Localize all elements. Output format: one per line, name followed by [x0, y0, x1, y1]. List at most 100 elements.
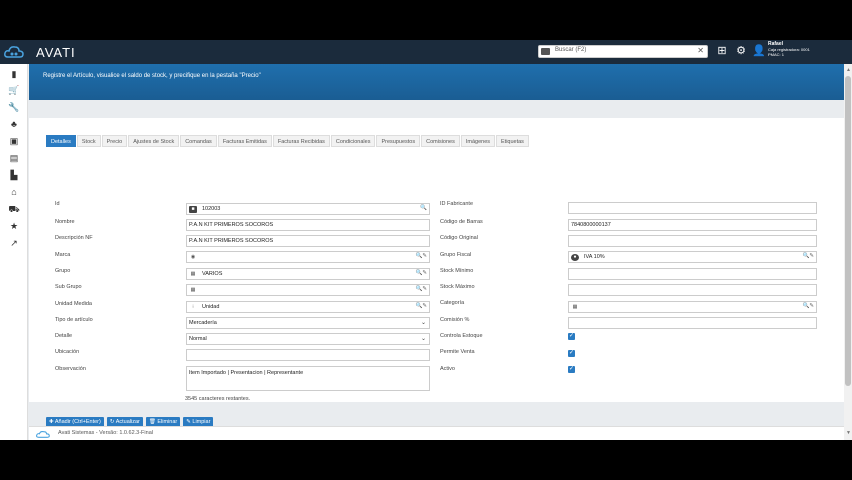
grid-icon: ▦	[190, 271, 196, 277]
truck-icon[interactable]: ⛟	[8, 203, 20, 215]
stockmin-field[interactable]	[568, 268, 817, 280]
user-info[interactable]: Rafael Caja registradora: 0001 PMAC: 1	[768, 42, 810, 58]
group-icon[interactable]: ♣	[8, 118, 20, 130]
gear-icon[interactable]: ⚙	[735, 45, 747, 57]
tab-stock[interactable]: Stock	[76, 135, 101, 147]
user-icon[interactable]: 👤	[752, 45, 766, 57]
grupo-field[interactable]: ▦ VARIOS 🔍✎	[186, 268, 430, 280]
permite-checkbox[interactable]: ✓	[568, 350, 575, 357]
search-edit-icon[interactable]: 🔍✎	[416, 303, 427, 309]
controla-label: Controla Estoque	[440, 333, 483, 339]
stockmax-field[interactable]	[568, 284, 817, 296]
avati-logo-icon	[4, 46, 24, 58]
tab-presupuestos[interactable]: Presupuestos	[376, 135, 421, 147]
brand-name: AVATI	[36, 45, 76, 60]
detalle-label: Detalle	[55, 333, 73, 339]
nombre-value: P.A.N KIT PRIMEROS SOCOROS	[189, 222, 274, 228]
search-edit-icon[interactable]: 🔍✎	[803, 253, 814, 259]
tipo-select[interactable]: Mercadería ⌄	[186, 317, 430, 329]
fabricante-field[interactable]	[568, 202, 817, 214]
permite-label: Permite Venta	[440, 349, 475, 355]
id-label: Id	[55, 201, 60, 207]
fiscal-field[interactable]: ● IVA 10% 🔍✎	[568, 251, 817, 263]
footer: Avati Sistemas - Versão: 1.0.62.3-Final	[29, 426, 844, 440]
search-placeholder: Buscar (F2)	[555, 47, 587, 53]
search-edit-icon[interactable]: 🔍✎	[416, 253, 427, 259]
id-field[interactable]: ■ 102003 🔍	[186, 203, 430, 215]
ubicacion-field[interactable]	[186, 349, 430, 361]
eraser-icon: ✎	[186, 419, 191, 425]
categoria-field[interactable]: ▦ 🔍✎	[568, 301, 817, 313]
unidad-label: Unidad Medida	[55, 301, 92, 307]
star-icon[interactable]: ★	[8, 220, 20, 232]
scroll-down-icon[interactable]: ▼	[846, 430, 851, 436]
factory-icon[interactable]: ▙	[8, 169, 20, 181]
tab-detalles[interactable]: Detalles	[46, 135, 76, 147]
fiscal-label: Grupo Fiscal	[440, 252, 472, 258]
descripcion-label: Descripción NF	[55, 235, 93, 241]
subgrupo-field[interactable]: ▦ 🔍✎	[186, 284, 430, 296]
unidad-field[interactable]: ⁝ Unidad 🔍✎	[186, 301, 430, 313]
search-icon[interactable]: 🔍	[420, 205, 427, 211]
wrench-icon[interactable]: 🔧	[8, 101, 20, 113]
fabricante-label: ID Fabricante	[440, 201, 474, 207]
id-badge-icon: ■	[189, 206, 197, 213]
article-form-card: Detalles Stock Precio Ajustes de Stock C…	[29, 118, 844, 428]
tab-etiquetas[interactable]: Etiquetas	[496, 135, 529, 147]
delete-button-label: Eliminar	[157, 419, 178, 425]
search-input[interactable]: Buscar (F2) ✕	[538, 45, 708, 58]
tipo-value: Mercadería	[189, 320, 217, 326]
close-icon[interactable]: ✕	[697, 46, 704, 55]
nombre-field[interactable]: P.A.N KIT PRIMEROS SOCOROS	[186, 219, 430, 231]
scroll-thumb[interactable]	[845, 76, 851, 386]
search-scope-icon[interactable]	[541, 48, 550, 55]
original-field[interactable]	[568, 235, 817, 247]
footer-version: Avati Sistemas - Versão: 1.0.62.3-Final	[58, 430, 153, 436]
ubicacion-label: Ubicación	[55, 349, 80, 355]
book-icon[interactable]: ▮	[8, 68, 20, 80]
stockmax-label: Stock Máximo	[440, 284, 475, 290]
chevron-down-icon[interactable]: ⌄	[421, 335, 426, 342]
tab-ajustes-stock[interactable]: Ajustes de Stock	[128, 135, 180, 147]
search-edit-icon[interactable]: 🔍✎	[416, 286, 427, 292]
tab-facturas-emitidas[interactable]: Facturas Emitidas	[217, 135, 272, 147]
add-box-icon[interactable]: ⊞	[716, 45, 728, 57]
observacion-textarea[interactable]: Item Importado | Presentacion | Represen…	[186, 366, 430, 391]
tab-condicionales[interactable]: Condicionales	[330, 135, 376, 147]
detalle-select[interactable]: Normal ⌄	[186, 333, 430, 345]
tab-comisiones[interactable]: Comisiones	[421, 135, 460, 147]
cart-icon[interactable]: 🛒	[8, 84, 20, 96]
observacion-label: Observación	[55, 366, 86, 372]
comision-field[interactable]	[568, 317, 817, 329]
app-window: AVATI Buscar (F2) ✕ ⊞ ⚙ 👤 Rafael Caja re…	[0, 40, 852, 440]
unidad-value: Unidad	[202, 304, 220, 310]
search-edit-icon[interactable]: 🔍✎	[416, 270, 427, 276]
grid-icon: ▦	[190, 287, 196, 293]
stockmin-label: Stock Mínimo	[440, 268, 474, 274]
marca-label: Marca	[55, 252, 71, 258]
search-edit-icon[interactable]: 🔍✎	[803, 303, 814, 309]
original-label: Código Original	[440, 235, 478, 241]
barras-field[interactable]: 7840800000137	[568, 219, 817, 231]
cash-register-icon[interactable]: ▤	[8, 152, 20, 164]
vertical-scrollbar[interactable]: ▲ ▼	[844, 64, 852, 440]
eye-icon: ◉	[190, 254, 196, 260]
money-icon[interactable]: ▣	[8, 135, 20, 147]
refresh-button-label: Actualizar	[115, 419, 140, 425]
chevron-down-icon[interactable]: ⌄	[421, 319, 426, 326]
activo-checkbox[interactable]: ✓	[568, 366, 575, 373]
ruler-icon: ⁝	[192, 304, 194, 310]
tab-precio[interactable]: Precio	[101, 135, 128, 147]
tab-imagenes[interactable]: Imágenes	[460, 135, 495, 147]
descripcion-field[interactable]: P.A.N KIT PRIMEROS SOCOROS	[186, 235, 430, 247]
tab-comandas[interactable]: Comandas	[180, 135, 217, 147]
scroll-up-icon[interactable]: ▲	[846, 67, 851, 73]
tab-facturas-recibidas[interactable]: Facturas Recibidas	[272, 135, 330, 147]
marca-field[interactable]: ◉ 🔍✎	[186, 251, 430, 263]
char-counter: 3545 caracteres restantes.	[185, 396, 251, 402]
bank-icon[interactable]: ⌂	[8, 186, 20, 198]
controla-checkbox[interactable]: ✓	[568, 333, 575, 340]
avati-logo-icon	[36, 431, 50, 438]
chart-icon[interactable]: ↗	[8, 237, 20, 249]
info-banner: Registre el Artículo, visualice el saldo…	[29, 64, 844, 100]
